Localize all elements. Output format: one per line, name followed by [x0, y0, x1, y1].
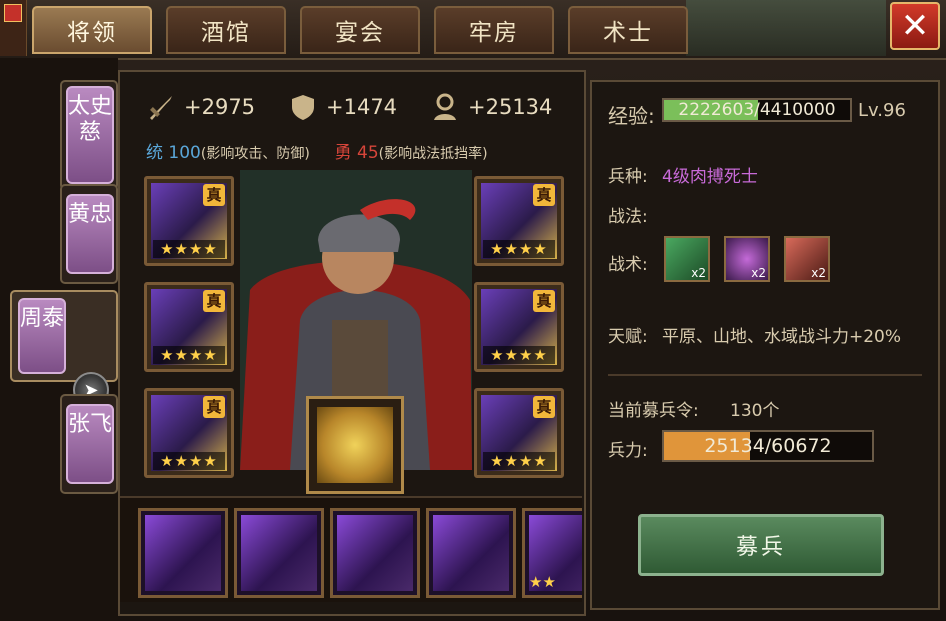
skill-count: x2	[811, 266, 826, 280]
attack-value: +2975	[184, 95, 256, 119]
purple-orb-icon[interactable]: x2	[724, 236, 770, 282]
troop-type-value: 4级肉搏死士	[662, 167, 758, 187]
top-nav-bar: 将领 酒馆 宴会 牢房 术士 ✕	[0, 0, 946, 60]
troop-type-label: 兵种:	[608, 167, 648, 187]
leadership-note: (影响攻击、防御)	[200, 146, 310, 162]
troops-value: +25134	[468, 95, 553, 119]
recruit-tokens-label: 当前募兵令:	[608, 401, 699, 421]
tab-banquet[interactable]: 宴会	[300, 6, 420, 54]
hero-list: 太史慈 黄忠 周泰 ➤ 张飞	[0, 58, 118, 621]
star-rating: ★★★★	[153, 240, 225, 258]
defense-value: +1474	[326, 95, 398, 119]
dragon-beast-icon	[433, 515, 509, 591]
shield-icon	[292, 95, 314, 120]
hero-card-zhangfei[interactable]: 张飞	[60, 394, 118, 494]
star-rating: ★★★★	[483, 452, 555, 470]
equipment-slot[interactable]: 真 ★★★★	[474, 176, 564, 266]
close-icon: ✕	[900, 6, 930, 46]
tab-tavern[interactable]: 酒馆	[166, 6, 286, 54]
star-rating: ★★★★	[153, 346, 225, 364]
divider	[608, 374, 922, 376]
courage-label: 勇	[334, 143, 352, 163]
treasure-slot[interactable]	[306, 396, 404, 494]
tab-generals[interactable]: 将领	[32, 6, 152, 54]
force-text: 25134/60672	[704, 435, 832, 457]
true-badge: 真	[203, 396, 225, 418]
true-badge: 真	[203, 290, 225, 312]
skill-count: x2	[691, 266, 706, 280]
exp-bar: 2222603/4410000	[662, 98, 852, 122]
beast-slot[interactable]	[330, 508, 420, 598]
hero-level: Lv.96	[858, 100, 906, 121]
attribute-line: 统 100(影响攻击、防御) 勇 45(影响战法抵挡率)	[146, 138, 488, 163]
hero-name-tag: 张飞	[66, 404, 114, 484]
equipment-slot[interactable]: 真 ★★★★	[474, 388, 564, 478]
tab-prison[interactable]: 牢房	[434, 6, 554, 54]
turtle-beast-icon	[337, 515, 413, 591]
hero-card-taishici[interactable]: 太史慈	[60, 80, 118, 190]
beast-slot[interactable]	[138, 508, 228, 598]
beast-slot[interactable]	[234, 508, 324, 598]
player-mini-avatar[interactable]	[0, 0, 27, 56]
equipment-slot[interactable]: 真 ★★★★	[144, 282, 234, 372]
courage-value: 45	[357, 143, 379, 163]
close-button[interactable]: ✕	[890, 2, 940, 50]
equipment-slot[interactable]: 真 ★★★★	[474, 282, 564, 372]
skill-label: 战术:	[608, 255, 648, 275]
beast-slot[interactable]: ★★	[522, 508, 582, 598]
star-rating: ★★★★	[483, 346, 555, 364]
hero-card-zhoutai[interactable]: 周泰	[10, 290, 118, 382]
star-rating: ★★★★	[483, 240, 555, 258]
red-scroll-icon[interactable]: x2	[784, 236, 830, 282]
equipment-slot[interactable]: 真 ★★★★	[144, 176, 234, 266]
recruit-tokens-value: 130个	[730, 401, 780, 421]
courage-note: (影响战法抵挡率)	[378, 146, 488, 162]
hero-name-tag: 太史慈	[66, 86, 114, 184]
beast-slot[interactable]	[426, 508, 516, 598]
true-badge: 真	[533, 184, 555, 206]
attack-stat: +2975	[146, 92, 255, 122]
star-rating: ★★★★	[153, 452, 225, 470]
force-bar: 25134/60672	[662, 430, 874, 462]
equipment-slot[interactable]: 真 ★★★★	[144, 388, 234, 478]
tiger-beast-icon	[241, 515, 317, 591]
notification-icon	[4, 4, 22, 22]
sword-icon	[150, 96, 172, 120]
hero-name-tag: 周泰	[18, 298, 66, 374]
skill-count: x2	[751, 266, 766, 280]
true-badge: 真	[533, 290, 555, 312]
true-badge: 真	[203, 184, 225, 206]
troops-stat: +25134	[430, 92, 552, 122]
talent-label: 天赋:	[608, 327, 648, 347]
hero-card-huangzhong[interactable]: 黄忠	[60, 184, 118, 284]
exp-label: 经验:	[608, 104, 655, 128]
defense-stat: +1474	[288, 92, 397, 122]
tab-sorcerer[interactable]: 术士	[568, 6, 688, 54]
leadership-value: 100	[168, 143, 201, 163]
recruit-button[interactable]: 募兵	[638, 514, 884, 576]
armadillo-beast-icon	[145, 515, 221, 591]
exp-text: 2222603/4410000	[678, 100, 836, 120]
green-gem-icon[interactable]: x2	[664, 236, 710, 282]
leadership-label: 统	[146, 143, 163, 163]
soldier-icon	[434, 93, 456, 120]
true-badge: 真	[533, 396, 555, 418]
beast-row: ★★	[120, 496, 582, 602]
background-scenery	[686, 0, 886, 56]
jade-seal-icon	[317, 407, 393, 483]
hero-name-tag: 黄忠	[66, 194, 114, 274]
talent-text: 平原、山地、水域战斗力+20%	[662, 327, 902, 347]
star-rating: ★★	[529, 573, 556, 591]
tactic-label: 战法:	[608, 207, 648, 227]
hero-info-panel: 经验: 2222603/4410000 Lv.96 兵种: 4级肉搏死士 战法:…	[590, 80, 940, 610]
force-label: 兵力:	[608, 441, 648, 461]
